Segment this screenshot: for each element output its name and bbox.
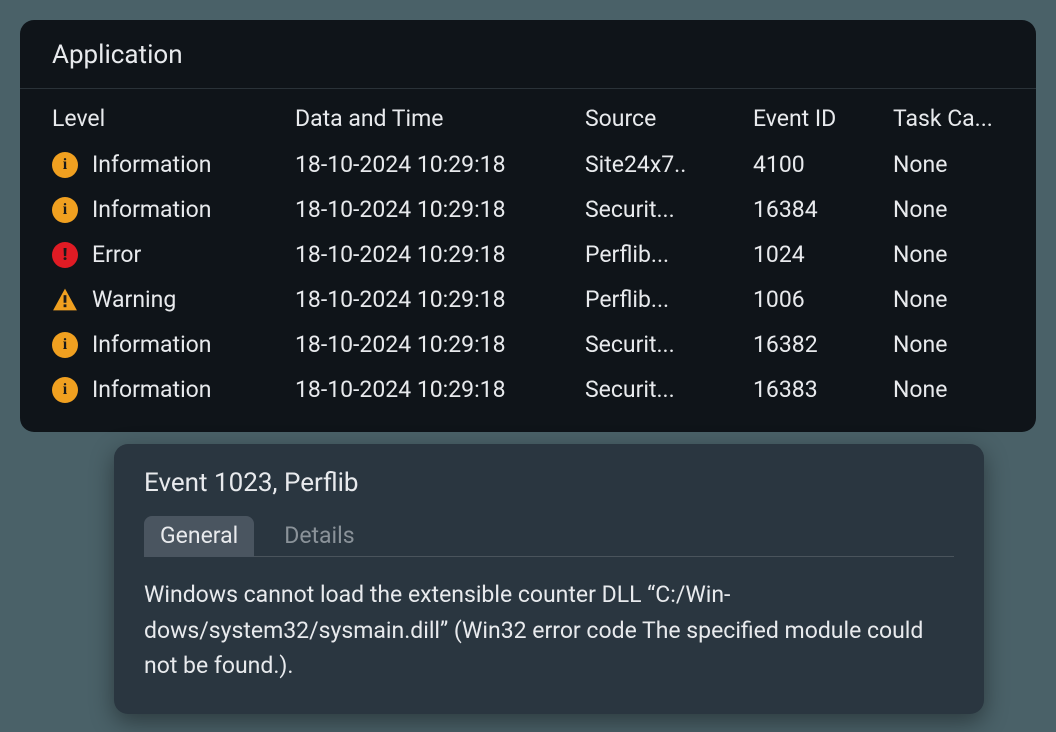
eventid-cell: 1006: [753, 286, 893, 313]
source-cell: Securit...: [585, 376, 753, 403]
detail-title: Event 1023, Perflib: [144, 468, 954, 498]
level-text: Information: [92, 376, 211, 403]
column-header-task[interactable]: Task Ca...: [893, 105, 1004, 132]
datetime-cell: 18-10-2024 10:29:18: [295, 376, 585, 403]
event-detail-panel: Event 1023, Perflib General Details Wind…: [114, 444, 984, 714]
info-icon: i: [52, 152, 78, 178]
event-log-panel: Application Level Data and Time Source E…: [20, 20, 1036, 432]
datetime-cell: 18-10-2024 10:29:18: [295, 151, 585, 178]
info-icon: i: [52, 332, 78, 358]
column-header-datetime[interactable]: Data and Time: [295, 105, 585, 132]
eventid-cell: 4100: [753, 151, 893, 178]
source-cell: Site24x7..: [585, 151, 753, 178]
task-cell: None: [893, 151, 1004, 178]
level-cell: Warning: [52, 286, 295, 313]
table-row[interactable]: Warning 18-10-2024 10:29:18Perflib...1006…: [52, 277, 1004, 322]
warning-icon: [52, 287, 78, 313]
level-text: Warning: [92, 286, 176, 313]
level-text: Error: [92, 241, 141, 268]
tab-general[interactable]: General: [144, 516, 254, 557]
datetime-cell: 18-10-2024 10:29:18: [295, 331, 585, 358]
table-body: iInformation18-10-2024 10:29:18Site24x7.…: [20, 142, 1036, 412]
error-icon: !: [52, 242, 78, 268]
source-cell: Perflib...: [585, 241, 753, 268]
table-header: Level Data and Time Source Event ID Task…: [20, 89, 1036, 142]
task-cell: None: [893, 241, 1004, 268]
eventid-cell: 16383: [753, 376, 893, 403]
panel-title: Application: [52, 40, 1004, 70]
source-cell: Perflib...: [585, 286, 753, 313]
column-header-level[interactable]: Level: [52, 105, 295, 132]
source-cell: Securit...: [585, 331, 753, 358]
table-row[interactable]: i Information 18-10-2024 10:29:18Securit..…: [52, 187, 1004, 232]
detail-body: Windows cannot load the extensible count…: [144, 577, 924, 684]
detail-tabs: General Details: [144, 516, 954, 557]
eventid-cell: 16384: [753, 196, 893, 223]
source-cell: Securit...: [585, 196, 753, 223]
datetime-cell: 18-10-2024 10:29:18: [295, 196, 585, 223]
datetime-cell: 18-10-2024 10:29:18: [295, 241, 585, 268]
table-row[interactable]: i Information 18-10-2024 10:29:18Site24x7.…: [52, 142, 1004, 187]
level-text: Information: [92, 151, 211, 178]
column-header-eventid[interactable]: Event ID: [753, 105, 893, 132]
level-cell: i Information: [52, 151, 295, 178]
task-cell: None: [893, 196, 1004, 223]
level-cell: i Information: [52, 196, 295, 223]
task-cell: None: [893, 376, 1004, 403]
level-text: Information: [92, 331, 211, 358]
eventid-cell: 1024: [753, 241, 893, 268]
level-text: Information: [92, 196, 211, 223]
column-header-source[interactable]: Source: [585, 105, 753, 132]
tab-details[interactable]: Details: [268, 516, 370, 557]
level-cell: i Information: [52, 376, 295, 403]
task-cell: None: [893, 286, 1004, 313]
table-row[interactable]: i Information 18-10-2024 10:29:18Securit..…: [52, 322, 1004, 367]
table-row[interactable]: i Information 18-10-2024 10:29:18Securit..…: [52, 367, 1004, 412]
task-cell: None: [893, 331, 1004, 358]
info-icon: i: [52, 197, 78, 223]
table-row[interactable]: ! Error 18-10-2024 10:29:18Perflib...1024N…: [52, 232, 1004, 277]
level-cell: i Information: [52, 331, 295, 358]
level-cell: ! Error: [52, 241, 295, 268]
panel-header: Application: [20, 20, 1036, 89]
eventid-cell: 16382: [753, 331, 893, 358]
datetime-cell: 18-10-2024 10:29:18: [295, 286, 585, 313]
info-icon: i: [52, 377, 78, 403]
